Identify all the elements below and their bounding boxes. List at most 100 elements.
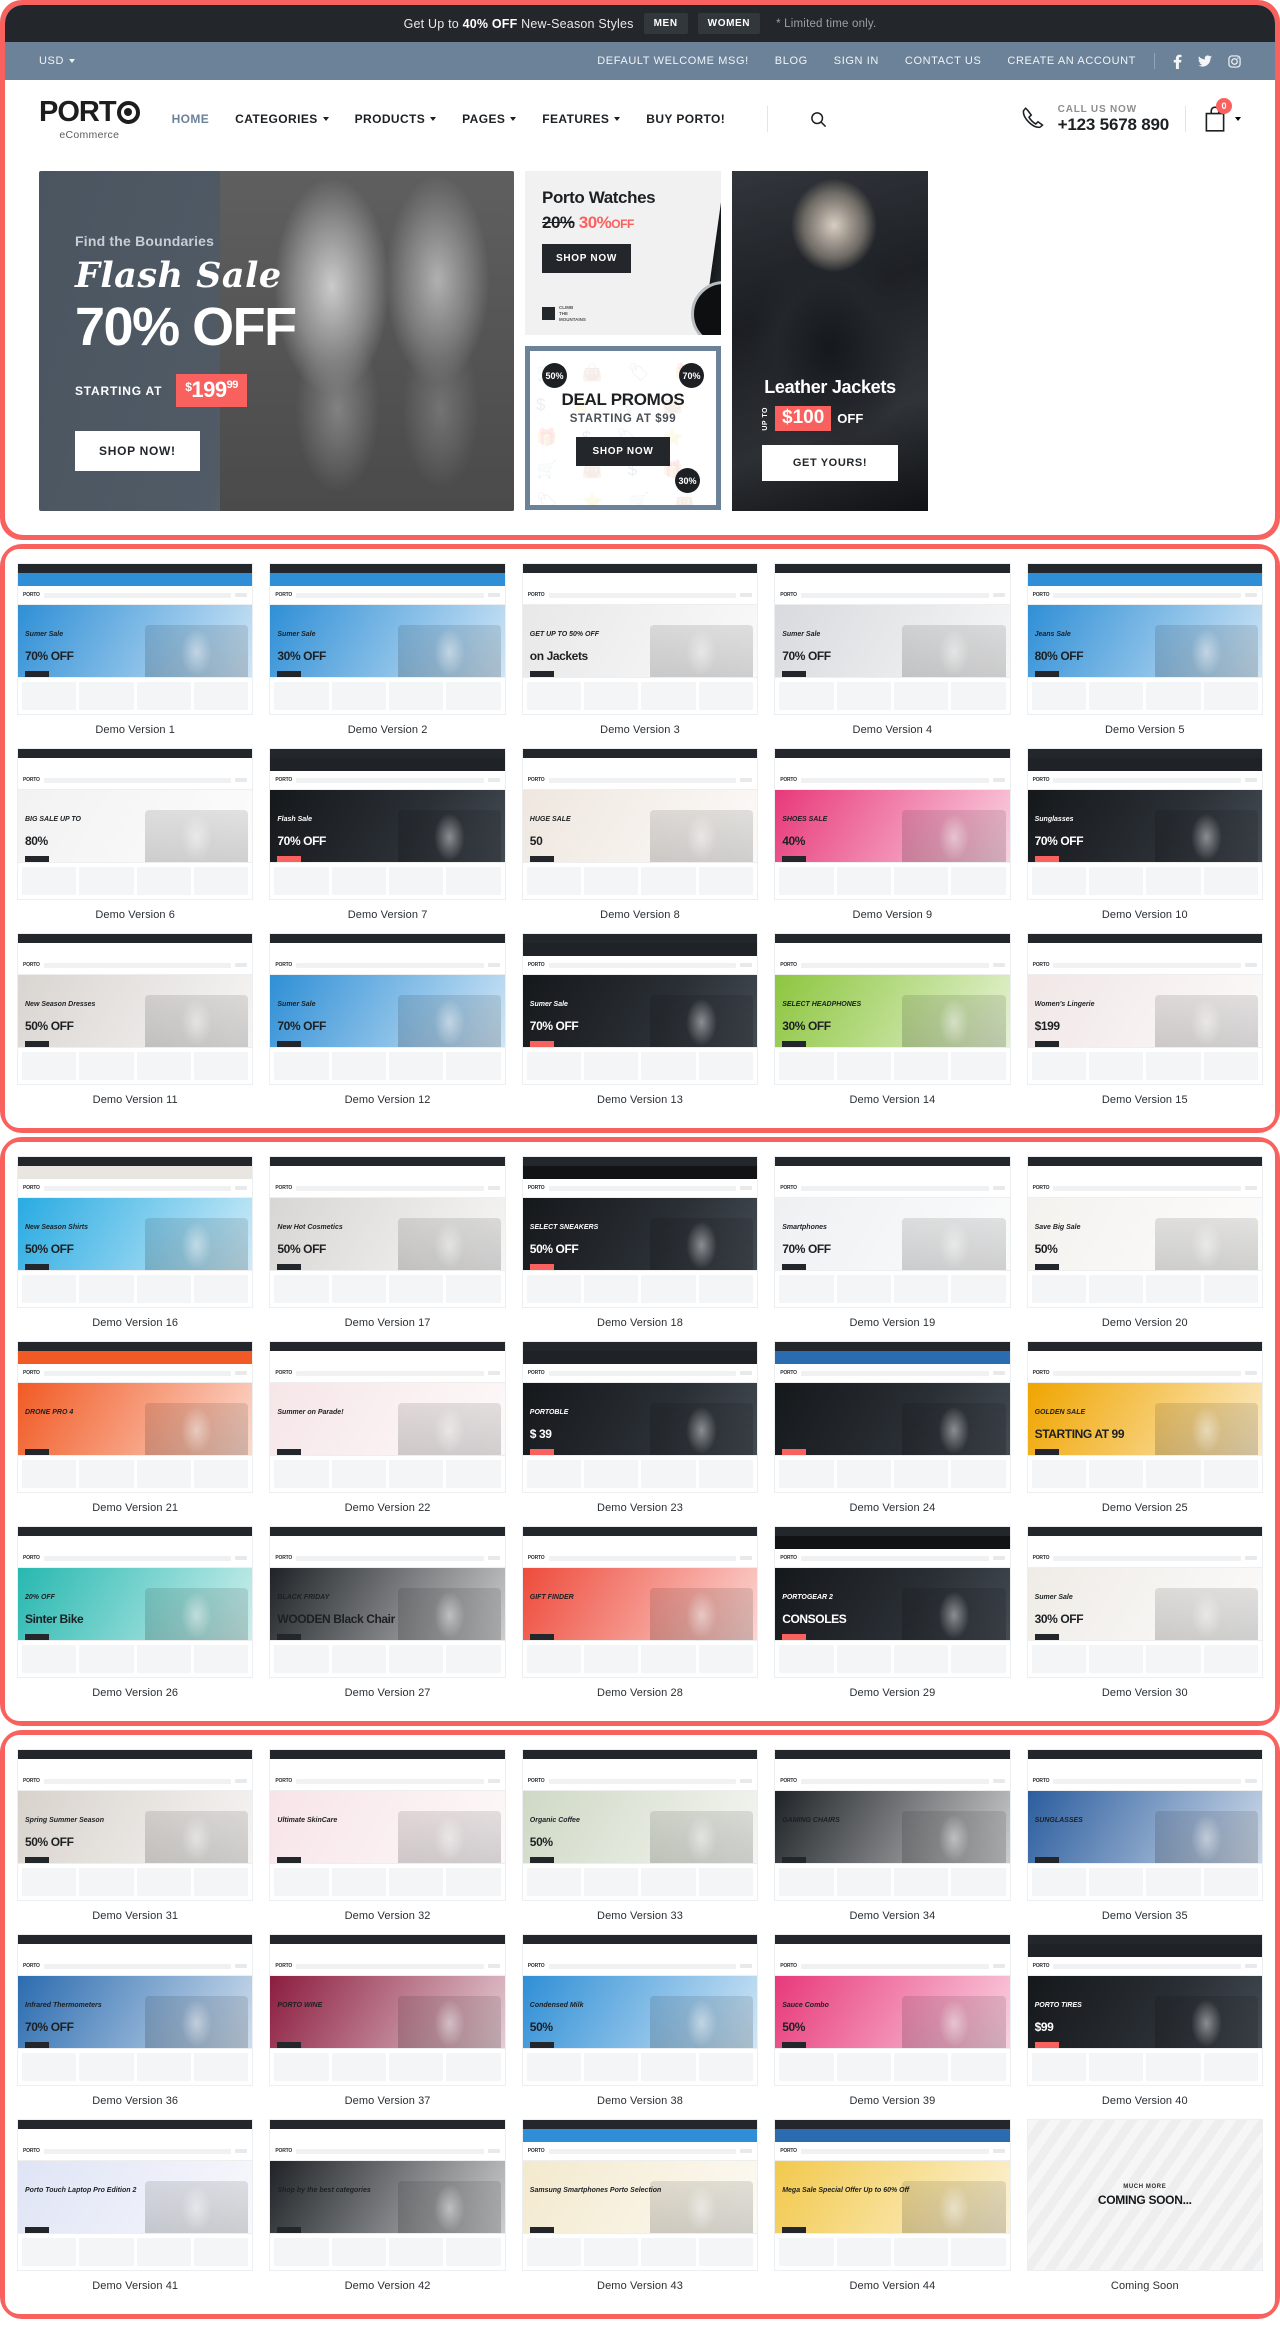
demo-card-label[interactable]: Demo Version 11 — [17, 1094, 253, 1106]
instagram-icon[interactable] — [1228, 54, 1241, 68]
demo-card[interactable]: PORTO GAMING CHAIRS Demo Version 34 — [770, 1745, 1014, 1930]
promo-shop-now-button[interactable]: SHOP NOW — [575, 437, 671, 466]
demo-card[interactable]: PORTO Spring Summer Season 50% OFF Demo Ver… — [13, 1745, 257, 1930]
demo-thumbnail[interactable]: PORTO New Hot Cosmetics 50% OFF — [269, 1156, 506, 1308]
demo-card[interactable]: PORTO Sauce Combo 50% Demo Version 39 — [770, 1930, 1014, 2115]
demo-card[interactable]: PORTO Sumer Sale 70% OFF Demo Version 4 — [770, 559, 1014, 744]
call-us-block[interactable]: CALL US NOW +123 5678 890 — [1020, 104, 1169, 135]
demo-card[interactable]: PORTO Sumer Sale 70% OFF Demo Version 1 — [13, 559, 257, 744]
demo-card-label[interactable]: Demo Version 17 — [269, 1317, 505, 1329]
demo-card[interactable]: PORTO HUGE SALE 50 Demo Version 8 — [518, 744, 762, 929]
facebook-icon[interactable] — [1173, 54, 1182, 69]
demo-card-label[interactable]: Demo Version 25 — [1027, 1502, 1263, 1514]
demo-card[interactable]: PORTO Flash Sale 70% OFF Demo Version 7 — [265, 744, 509, 929]
demo-card-label[interactable]: Demo Version 41 — [17, 2280, 253, 2292]
demo-card-label[interactable]: Demo Version 32 — [269, 1910, 505, 1922]
demo-card-label[interactable]: Demo Version 3 — [522, 724, 758, 736]
demo-card[interactable]: PORTO SUNGLASSES Demo Version 35 — [1023, 1745, 1267, 1930]
demo-card-label[interactable]: Demo Version 4 — [774, 724, 1010, 736]
demo-thumbnail[interactable]: PORTO Sumer Sale 70% OFF — [269, 933, 506, 1085]
demo-card[interactable]: MUCH MORE COMING SOON... Coming Soon — [1023, 2115, 1267, 2300]
demo-card-label[interactable]: Demo Version 42 — [269, 2280, 505, 2292]
cart-button[interactable]: 0 — [1202, 98, 1241, 133]
deal-promos-banner[interactable]: 🛒 👜 🏷 🎁 $ ⭐ 🛒 👜 🎁 $ 🏷 ⭐ 🛒 👜 $ 🎁 🏷 ⭐ 🛒 👜 … — [525, 346, 721, 510]
hero-shop-now-button[interactable]: SHOP NOW! — [75, 431, 200, 471]
demo-thumbnail[interactable]: PORTO Sumer Sale 70% OFF — [774, 563, 1011, 715]
demo-card-label[interactable]: Demo Version 13 — [522, 1094, 758, 1106]
demo-thumbnail[interactable]: PORTO PORTOGEAR 2 CONSOLES — [774, 1526, 1011, 1678]
topbar-link-signin[interactable]: SIGN IN — [834, 55, 879, 67]
hero-flash-sale-banner[interactable]: Find the Boundaries Flash Sale 70% OFF S… — [39, 171, 514, 511]
demo-card[interactable]: PORTO Women's Lingerie $199 Demo Version 15 — [1023, 929, 1267, 1114]
leather-jackets-banner[interactable]: Leather Jackets UP TO $100 OFF GET YOURS… — [732, 171, 928, 511]
demo-thumbnail[interactable]: PORTO Porto Touch Laptop Pro Edition 2 — [17, 2119, 254, 2271]
demo-card-label[interactable]: Demo Version 30 — [1027, 1687, 1263, 1699]
demo-card[interactable]: PORTO SHOES SALE 40% Demo Version 9 — [770, 744, 1014, 929]
demo-card-label[interactable]: Demo Version 5 — [1027, 724, 1263, 736]
nav-item-home[interactable]: HOME — [172, 112, 210, 126]
demo-card-label[interactable]: Demo Version 9 — [774, 909, 1010, 921]
demo-card[interactable]: PORTO Save Big Sale 50% Demo Version 20 — [1023, 1152, 1267, 1337]
demo-thumbnail[interactable]: PORTO SELECT HEADPHONES 30% OFF — [774, 933, 1011, 1085]
demo-card[interactable]: PORTO PORTO WINE Demo Version 37 — [265, 1930, 509, 2115]
search-icon[interactable] — [810, 111, 827, 128]
demo-thumbnail[interactable]: PORTO PORTO TIRES $99 — [1026, 1934, 1263, 2086]
demo-thumbnail[interactable]: PORTO BIG SALE UP TO 80% — [17, 748, 254, 900]
demo-card[interactable]: PORTO Sumer Sale 70% OFF Demo Version 12 — [265, 929, 509, 1114]
demo-thumbnail[interactable]: PORTO Sumer Sale 30% OFF — [1026, 1526, 1263, 1678]
demo-card[interactable]: PORTO PORTOGEAR 2 CONSOLES Demo Version 29 — [770, 1522, 1014, 1707]
demo-card-label[interactable]: Demo Version 44 — [774, 2280, 1010, 2292]
demo-card-label[interactable]: Demo Version 36 — [17, 2095, 253, 2107]
demo-card-label[interactable]: Demo Version 37 — [269, 2095, 505, 2107]
demo-card-label[interactable]: Demo Version 14 — [774, 1094, 1010, 1106]
demo-thumbnail[interactable]: PORTO Jeans Sale 80% OFF — [1026, 563, 1263, 715]
demo-thumbnail[interactable]: PORTO Condensed Milk 50% — [521, 1934, 759, 2086]
demo-card-label[interactable]: Coming Soon — [1027, 2280, 1263, 2292]
demo-card[interactable]: PORTO Samsung Smartphones Porto Selection… — [518, 2115, 762, 2300]
site-logo[interactable]: PORT eCommerce — [39, 97, 140, 141]
demo-thumbnail[interactable]: PORTO Save Big Sale 50% — [1026, 1156, 1263, 1308]
demo-card[interactable]: PORTO 20% OFF Sinter Bike Demo Version 26 — [13, 1522, 257, 1707]
demo-thumbnail[interactable]: PORTO Sauce Combo 50% — [774, 1934, 1011, 2086]
demo-card-label[interactable]: Demo Version 31 — [17, 1910, 253, 1922]
twitter-icon[interactable] — [1198, 55, 1212, 67]
demo-card-label[interactable]: Demo Version 38 — [522, 2095, 758, 2107]
demo-thumbnail[interactable]: PORTO Women's Lingerie $199 — [1026, 933, 1263, 1085]
demo-thumbnail[interactable]: PORTO PORTOBLE $ 39 — [521, 1341, 759, 1493]
demo-thumbnail[interactable]: PORTO SELECT SNEAKERS 50% OFF — [521, 1156, 759, 1308]
demo-card-label[interactable]: Demo Version 34 — [774, 1910, 1010, 1922]
demo-card-label[interactable]: Demo Version 22 — [269, 1502, 505, 1514]
demo-card[interactable]: PORTO PORTO TIRES $99 Demo Version 40 — [1023, 1930, 1267, 2115]
demo-card-label[interactable]: Demo Version 24 — [774, 1502, 1010, 1514]
watches-shop-now-button[interactable]: SHOP NOW — [542, 244, 631, 273]
demo-card-label[interactable]: Demo Version 27 — [269, 1687, 505, 1699]
demo-card[interactable]: PORTO Porto Touch Laptop Pro Edition 2 Dem… — [13, 2115, 257, 2300]
demo-card[interactable]: PORTO Jeans Sale 80% OFF Demo Version 5 — [1023, 559, 1267, 744]
demo-thumbnail[interactable]: PORTO SUNGLASSES — [1026, 1749, 1263, 1901]
demo-thumbnail[interactable]: PORTO 20% OFF Sinter Bike — [17, 1526, 254, 1678]
demo-card-label[interactable]: Demo Version 12 — [269, 1094, 505, 1106]
demo-thumbnail[interactable]: PORTO Sumer Sale 70% OFF — [521, 933, 759, 1085]
demo-thumbnail[interactable]: PORTO GET UP TO 50% OFF on Jackets — [521, 563, 759, 715]
demo-thumbnail[interactable]: PORTO Infrared Thermometers 70% OFF — [17, 1934, 254, 2086]
demo-thumbnail[interactable]: PORTO Ultimate SkinCare — [269, 1749, 506, 1901]
announcement-men-button[interactable]: MEN — [643, 13, 688, 34]
demo-card[interactable]: PORTO Demo Version 24 — [770, 1337, 1014, 1522]
demo-card-label[interactable]: Demo Version 33 — [522, 1910, 758, 1922]
demo-thumbnail[interactable]: PORTO HUGE SALE 50 — [521, 748, 759, 900]
demo-card[interactable]: PORTO PORTOBLE $ 39 Demo Version 23 — [518, 1337, 762, 1522]
topbar-link-welcome[interactable]: DEFAULT WELCOME MSG! — [597, 55, 749, 67]
demo-thumbnail[interactable]: PORTO New Season Dresses 50% OFF — [17, 933, 254, 1085]
demo-thumbnail[interactable]: PORTO Smartphones 70% OFF — [774, 1156, 1011, 1308]
demo-card[interactable]: PORTO Sumer Sale 30% OFF Demo Version 30 — [1023, 1522, 1267, 1707]
demo-card[interactable]: PORTO New Hot Cosmetics 50% OFF Demo Versio… — [265, 1152, 509, 1337]
demo-thumbnail[interactable]: PORTO BLACK FRIDAY WOODEN Black Chair — [269, 1526, 506, 1678]
demo-card[interactable]: PORTO GOLDEN SALE STARTING AT 99 Demo Versi… — [1023, 1337, 1267, 1522]
demo-card-label[interactable]: Demo Version 21 — [17, 1502, 253, 1514]
demo-thumbnail[interactable]: PORTO SHOES SALE 40% — [774, 748, 1011, 900]
demo-card-label[interactable]: Demo Version 28 — [522, 1687, 758, 1699]
currency-selector[interactable]: USD — [39, 55, 76, 67]
demo-card-label[interactable]: Demo Version 8 — [522, 909, 758, 921]
demo-thumbnail[interactable]: PORTO GIFT FINDER — [521, 1526, 759, 1678]
nav-item-categories[interactable]: CATEGORIES — [235, 112, 329, 126]
